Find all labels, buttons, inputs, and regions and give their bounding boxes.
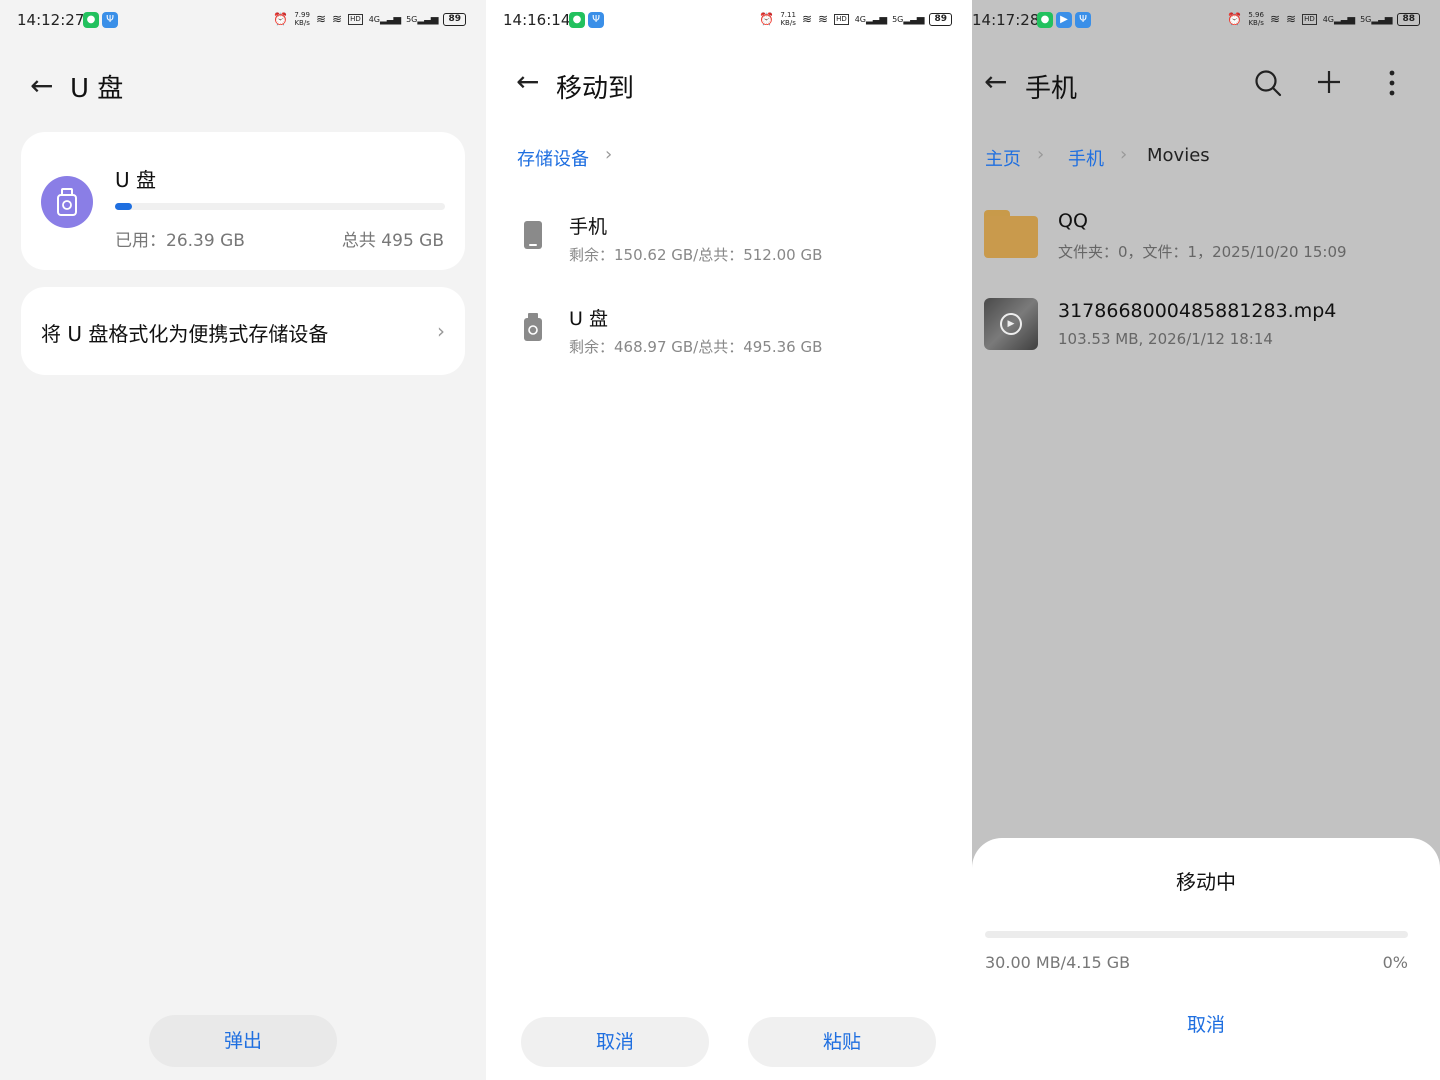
search-icon[interactable] — [1254, 69, 1282, 97]
usb-icon: Ψ — [588, 12, 604, 28]
usage-bar-fill — [115, 203, 133, 210]
signal-4g-icon: 4G▂▃▅ — [854, 13, 887, 25]
usb-drive-icon — [41, 176, 93, 228]
status-bar: 14:16:14 ● Ψ ⏰ 7.11 KB/s ≋ ≋ HD 4G▂▃▅ 5G▂… — [486, 0, 972, 40]
breadcrumb-phone[interactable]: 手机 — [1068, 145, 1104, 171]
status-time: 14:17:28 — [972, 11, 1040, 29]
paste-button[interactable]: 粘贴 — [748, 1017, 936, 1067]
wifi-icon: ≋ — [315, 12, 326, 26]
format-usb-label: 将 U 盘格式化为便携式存储设备 — [41, 322, 329, 346]
net-speed: 7.99 — [294, 11, 310, 19]
chevron-right-icon: › — [605, 144, 613, 165]
wifi-icon: ≋ — [1269, 12, 1280, 26]
page-title: U 盘 — [70, 74, 124, 104]
status-time: 14:16:14 — [503, 11, 571, 29]
net-speed: 7.11 — [780, 11, 796, 19]
alarm-icon: ⏰ — [1227, 12, 1243, 26]
folder-icon — [984, 210, 1038, 258]
signal-4g-icon: 4G▂▃▅ — [1322, 13, 1355, 25]
back-arrow-icon[interactable]: ← — [516, 68, 539, 96]
video-thumbnail: ▶ — [984, 298, 1038, 350]
signal-5g-icon: 5G▂▃▅ — [892, 13, 924, 25]
device-detail: 剩余：150.62 GB/总共：512.00 GB — [569, 246, 823, 264]
storage-name: U 盘 — [115, 168, 156, 192]
back-arrow-icon[interactable]: ← — [984, 68, 1007, 96]
add-icon[interactable] — [1317, 70, 1341, 94]
used-space: 已用：26.39 GB — [115, 231, 245, 251]
net-speed-unit: KB/s — [294, 19, 310, 27]
usb-detail-screen: 14:12:27 ● Ψ ⏰ 7.99 KB/s ≋ ≋ HD 4G▂▃▅ 5G▂… — [0, 0, 486, 1080]
back-arrow-icon[interactable]: ← — [30, 72, 53, 100]
wechat-icon: ● — [1037, 12, 1053, 28]
phone-icon — [524, 221, 542, 249]
file-name: QQ — [1058, 210, 1088, 232]
wifi-icon-2: ≋ — [818, 12, 829, 26]
battery-icon: 89 — [929, 12, 952, 26]
device-detail: 剩余：468.97 GB/总共：495.36 GB — [569, 338, 823, 356]
play-icon: ▶ — [1000, 313, 1022, 335]
usage-bar — [115, 203, 445, 210]
breadcrumb-movies: Movies — [1147, 145, 1210, 166]
signal-4g-icon: 4G▂▃▅ — [368, 13, 401, 25]
moving-progress-screen: 14:17:28 ● ▶ Ψ ⏰ 5.96 KB/s ≋ ≋ HD 4G▂▃▅ 5… — [972, 0, 1440, 1080]
status-bar: 14:17:28 ● ▶ Ψ ⏰ 5.96 KB/s ≋ ≋ HD 4G▂▃▅ 5… — [972, 0, 1440, 40]
format-usb-row[interactable]: 将 U 盘格式化为便携式存储设备 › — [21, 287, 465, 375]
total-space: 总共 495 GB — [341, 231, 444, 251]
file-detail: 103.53 MB, 2026/1/12 18:14 — [1058, 330, 1273, 348]
breadcrumb-storage-devices[interactable]: 存储设备 — [517, 145, 589, 171]
hd-icon: HD — [348, 13, 363, 25]
net-speed-unit: KB/s — [1248, 19, 1264, 27]
chevron-right-icon: › — [1037, 144, 1045, 165]
cancel-button[interactable]: 取消 — [521, 1017, 709, 1067]
net-speed: 5.96 — [1248, 11, 1264, 19]
progress-bar — [985, 931, 1408, 938]
progress-size: 30.00 MB/4.15 GB — [985, 953, 1131, 972]
wifi-icon-2: ≋ — [332, 12, 343, 26]
more-options-icon[interactable] — [1388, 70, 1396, 96]
file-detail: 文件夹：0，文件：1，2025/10/20 15:09 — [1058, 243, 1347, 261]
video-icon: ▶ — [1056, 12, 1072, 28]
battery-icon: 88 — [1397, 12, 1420, 26]
wechat-icon: ● — [83, 12, 99, 28]
chevron-right-icon: › — [437, 319, 445, 343]
wechat-icon: ● — [569, 12, 585, 28]
device-name: 手机 — [569, 216, 608, 238]
wifi-icon: ≋ — [801, 12, 812, 26]
chevron-right-icon: › — [1120, 144, 1128, 165]
sheet-title: 移动中 — [1176, 870, 1236, 894]
eject-button[interactable]: 弹出 — [149, 1015, 337, 1067]
moving-progress-sheet: 移动中 30.00 MB/4.15 GB 0% 取消 — [972, 838, 1440, 1080]
move-to-screen: 14:16:14 ● Ψ ⏰ 7.11 KB/s ≋ ≋ HD 4G▂▃▅ 5G▂… — [486, 0, 972, 1080]
signal-5g-icon: 5G▂▃▅ — [1360, 13, 1392, 25]
device-name: U 盘 — [569, 308, 608, 330]
progress-percent: 0% — [1382, 953, 1408, 972]
alarm-icon: ⏰ — [759, 12, 775, 26]
hd-icon: HD — [834, 13, 849, 25]
wifi-icon-2: ≋ — [1286, 12, 1297, 26]
file-name: 3178668000485881283.mp4 — [1058, 300, 1337, 322]
status-bar: 14:12:27 ● Ψ ⏰ 7.99 KB/s ≋ ≋ HD 4G▂▃▅ 5G▂… — [0, 0, 486, 40]
hd-icon: HD — [1302, 13, 1317, 25]
usb-icon: Ψ — [1075, 12, 1091, 28]
status-time: 14:12:27 — [17, 11, 85, 29]
page-title: 手机 — [1025, 74, 1078, 104]
usb-icon: Ψ — [102, 12, 118, 28]
signal-5g-icon: 5G▂▃▅ — [406, 13, 438, 25]
usb-storage-card: U 盘 已用：26.39 GB 总共 495 GB — [21, 132, 465, 270]
usb-drive-icon — [524, 313, 542, 341]
breadcrumb-home[interactable]: 主页 — [985, 145, 1021, 171]
alarm-icon: ⏰ — [273, 12, 289, 26]
net-speed-unit: KB/s — [780, 19, 796, 27]
page-title: 移动到 — [556, 74, 635, 104]
battery-icon: 89 — [443, 12, 466, 26]
cancel-move-button[interactable]: 取消 — [972, 1010, 1440, 1037]
